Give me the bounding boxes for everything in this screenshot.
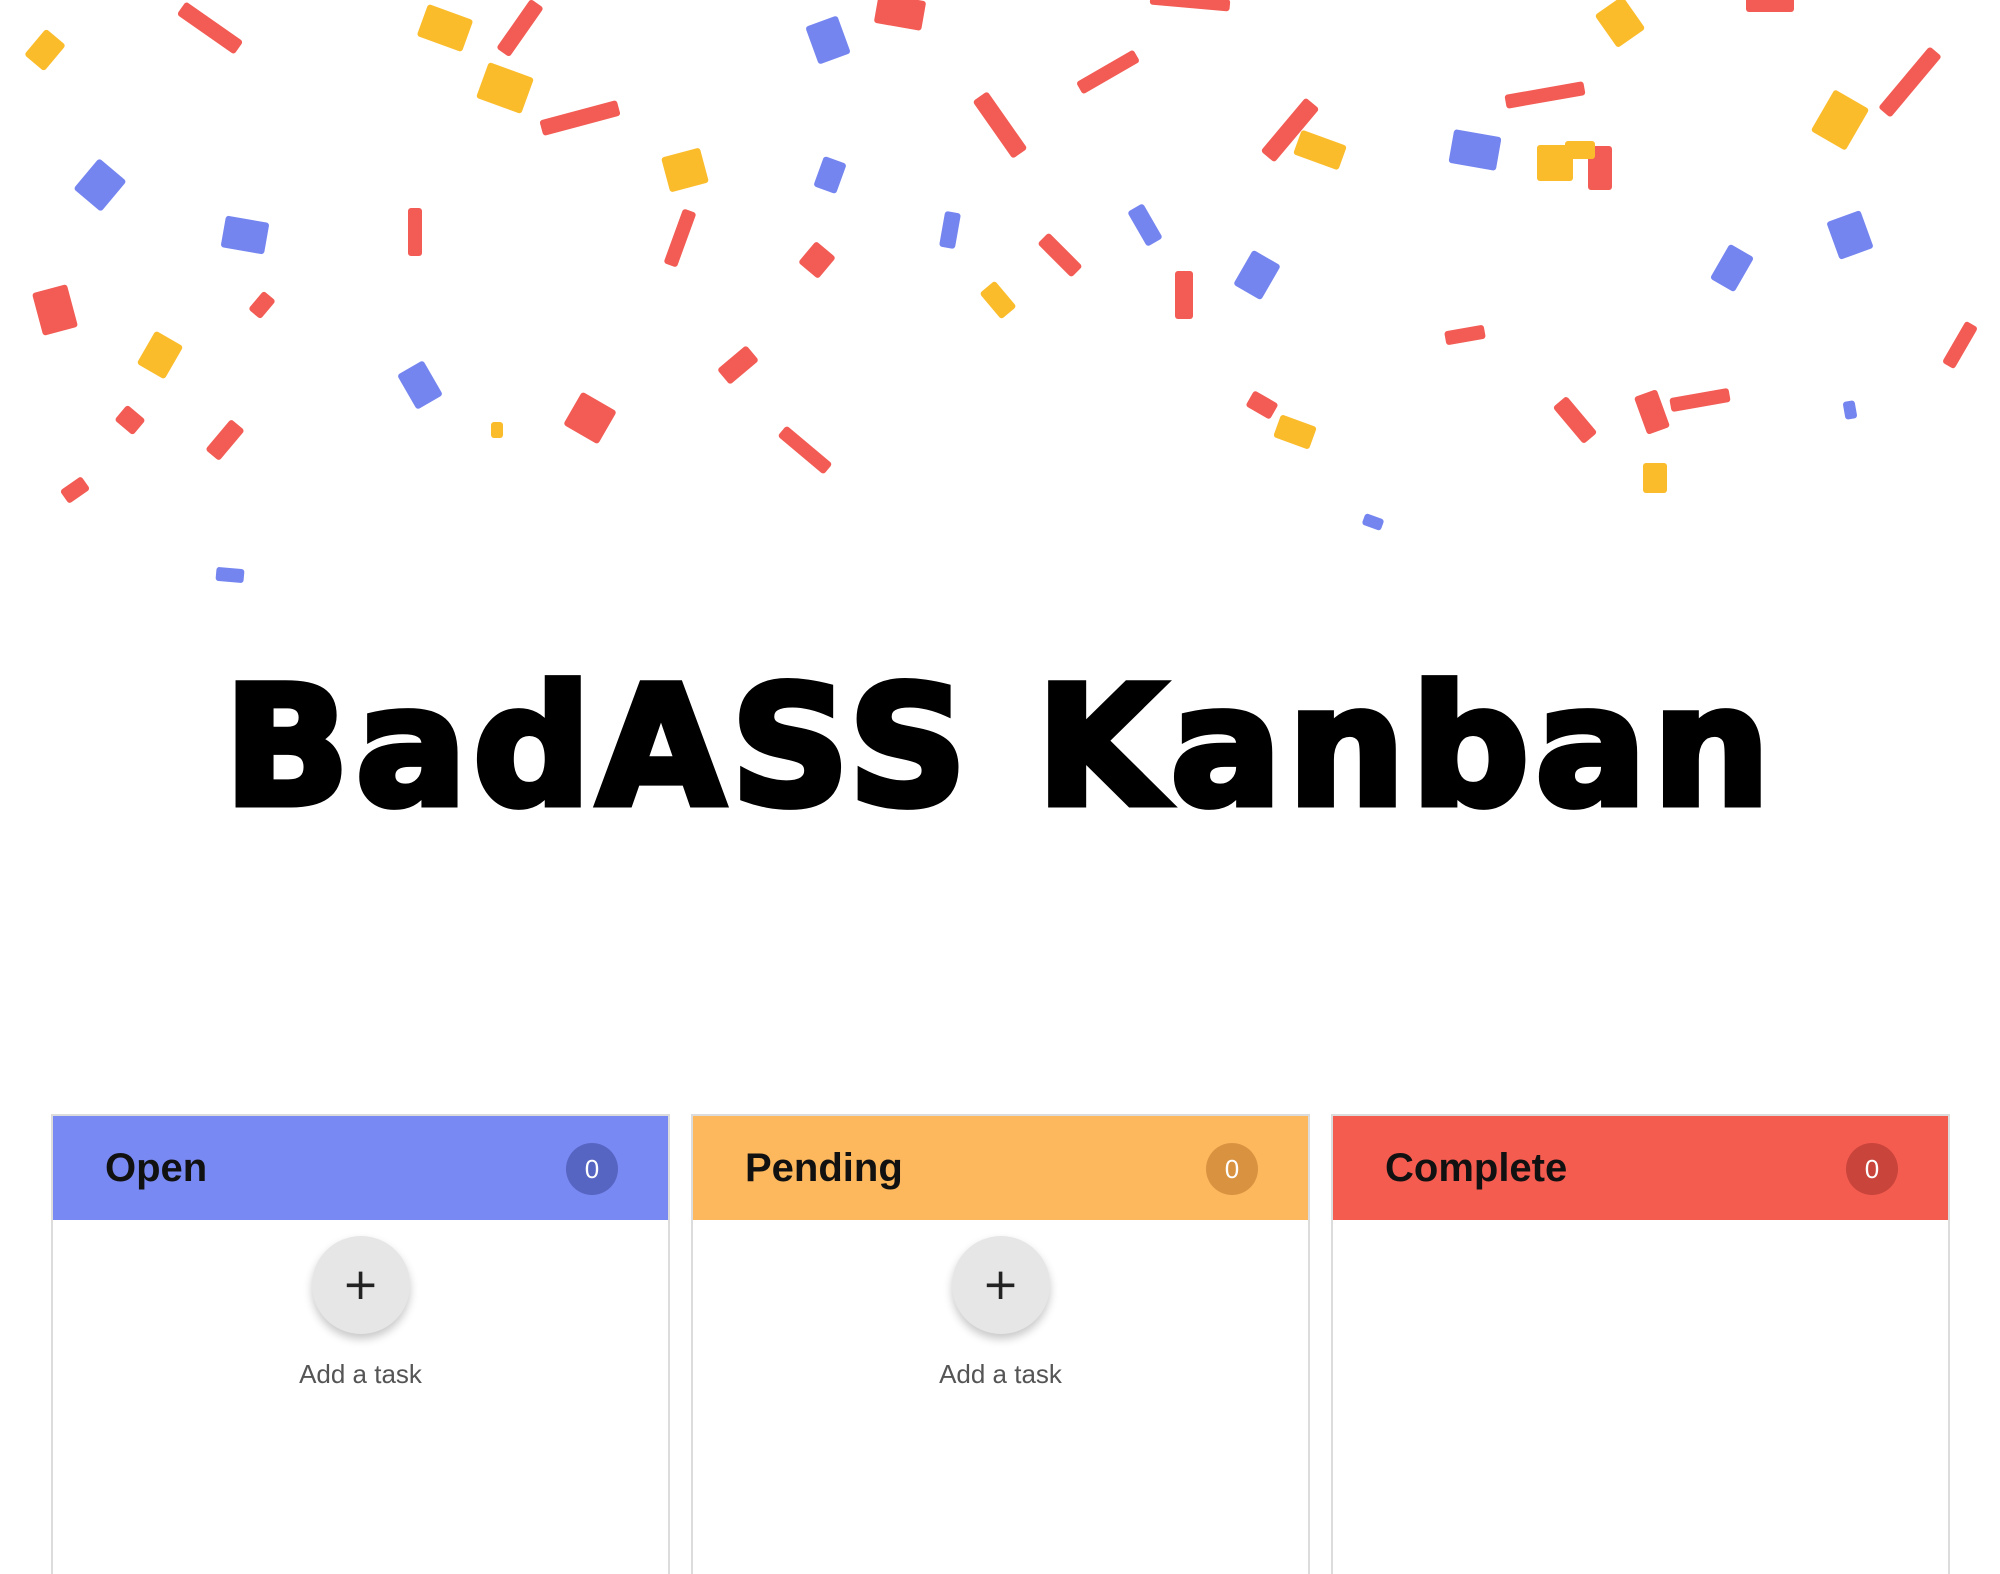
confetti-piece (1634, 389, 1670, 435)
confetti-piece (1175, 271, 1193, 319)
plus-icon: + (342, 1259, 379, 1310)
confetti-piece (814, 156, 846, 194)
column-pending-add-task: + Add a task (693, 1236, 1308, 1390)
column-pending-header: Pending 0 (693, 1116, 1308, 1220)
confetti-piece (1504, 81, 1586, 109)
confetti-piece (1710, 244, 1754, 292)
confetti-piece (1273, 415, 1317, 449)
kanban-board: Open 0 + Add a task Pending 0 + Add a ta… (51, 1114, 1955, 1574)
confetti-piece (1843, 400, 1857, 420)
column-pending: Pending 0 + Add a task (691, 1114, 1310, 1574)
confetti-piece (806, 16, 850, 64)
confetti-piece (778, 426, 832, 474)
add-task-label: Add a task (299, 1359, 422, 1389)
confetti-piece (1149, 0, 1231, 12)
column-complete-count-badge: 0 (1846, 1143, 1898, 1195)
confetti-piece (32, 284, 78, 336)
confetti-decoration (25, 0, 1977, 583)
confetti-piece (1246, 391, 1278, 419)
column-pending-count-badge: 0 (1206, 1143, 1258, 1195)
add-task-button[interactable]: + (311, 1236, 410, 1334)
confetti-piece (1038, 233, 1082, 277)
confetti-piece (137, 331, 183, 379)
column-open-add-task: + Add a task (53, 1236, 668, 1390)
confetti-piece (497, 0, 543, 56)
confetti-piece (1362, 513, 1384, 531)
confetti-piece (1827, 210, 1873, 260)
confetti-piece (1879, 47, 1941, 117)
confetti-piece (60, 477, 90, 503)
confetti-piece (1811, 90, 1869, 150)
confetti-piece (25, 29, 65, 71)
confetti-piece (177, 2, 243, 54)
column-open-title: Open (105, 1146, 208, 1190)
confetti-piece (1746, 0, 1794, 12)
confetti-piece (115, 405, 145, 435)
confetti-piece (1444, 325, 1486, 345)
confetti-piece (661, 148, 709, 192)
confetti-piece (1943, 321, 1977, 369)
confetti-piece (1595, 0, 1645, 47)
confetti-piece (1077, 50, 1139, 94)
confetti-piece (206, 420, 244, 460)
confetti-piece (939, 211, 961, 249)
column-complete: Complete 0 (1331, 1114, 1950, 1574)
confetti-piece (1643, 463, 1667, 493)
confetti-piece (1553, 397, 1597, 443)
confetti-piece (799, 242, 835, 278)
confetti-piece (973, 92, 1027, 158)
column-pending-title: Pending (745, 1146, 903, 1190)
column-complete-title: Complete (1385, 1146, 1568, 1190)
column-complete-header: Complete 0 (1333, 1116, 1948, 1220)
confetti-piece (874, 0, 926, 31)
confetti-piece (1448, 129, 1502, 171)
confetti-piece (1669, 388, 1731, 412)
column-open-count-badge: 0 (566, 1143, 618, 1195)
confetti-piece (221, 215, 269, 255)
confetti-piece (539, 100, 621, 136)
column-open-header: Open 0 (53, 1116, 668, 1220)
add-task-button[interactable]: + (951, 1236, 1050, 1334)
confetti-piece (1128, 204, 1162, 246)
confetti-piece (1293, 130, 1347, 170)
confetti-piece (398, 361, 442, 409)
column-open: Open 0 + Add a task (51, 1114, 670, 1574)
confetti-piece (74, 159, 126, 211)
confetti-piece (417, 4, 473, 52)
confetti-piece (408, 208, 422, 256)
confetti-piece (1234, 250, 1280, 300)
confetti-piece (980, 281, 1016, 319)
confetti-piece (664, 209, 696, 267)
confetti-piece (1565, 141, 1595, 159)
confetti-piece (564, 392, 616, 444)
add-task-label: Add a task (939, 1359, 1062, 1389)
confetti-piece (215, 567, 245, 583)
page-title: BadASS Kanban (220, 651, 1777, 843)
confetti-piece (718, 346, 758, 384)
plus-icon: + (982, 1259, 1019, 1310)
confetti-piece (476, 62, 534, 114)
confetti-piece (249, 291, 275, 319)
confetti-piece (491, 422, 503, 438)
